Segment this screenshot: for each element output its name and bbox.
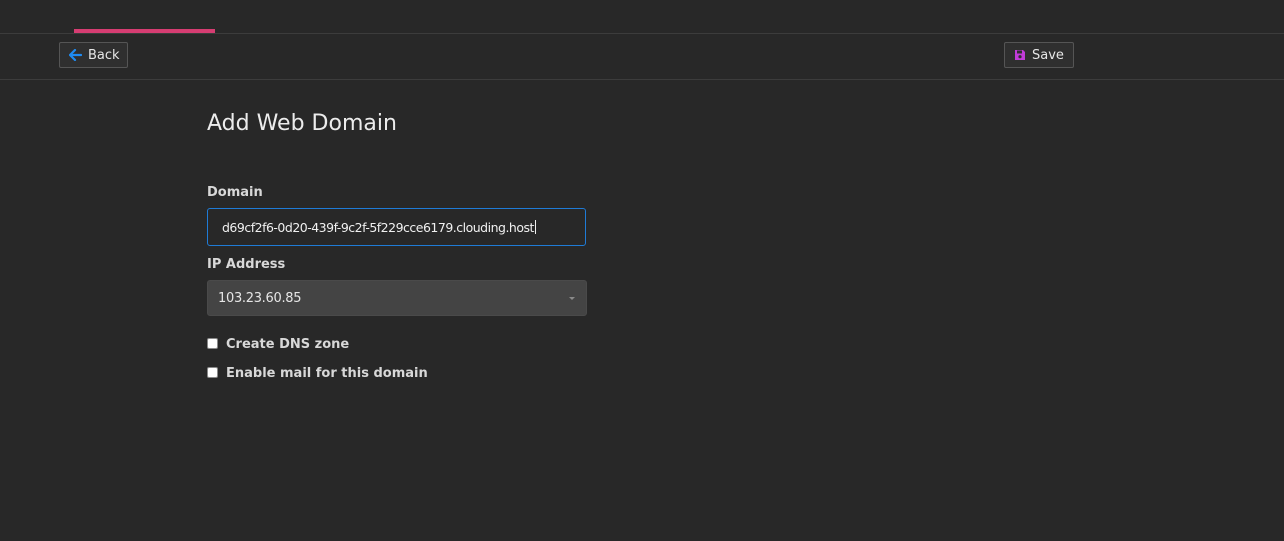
create-dns-zone-checkbox[interactable]	[207, 338, 218, 349]
text-caret	[534, 220, 536, 234]
active-tab-indicator	[74, 29, 215, 33]
enable-mail-checkbox[interactable]	[207, 367, 218, 378]
save-button-label: Save	[1032, 47, 1064, 63]
toolbar: Back Save	[0, 34, 1284, 80]
domain-label: Domain	[207, 185, 263, 200]
domain-input[interactable]: d69cf2f6-0d20-439f-9c2f-5f229cce6179.clo…	[207, 208, 586, 246]
enable-mail-label[interactable]: Enable mail for this domain	[226, 366, 428, 381]
chevron-down-icon	[569, 296, 575, 300]
top-navigation-bar	[0, 0, 1284, 34]
page-title: Add Web Domain	[207, 111, 397, 136]
create-dns-zone-label[interactable]: Create DNS zone	[226, 337, 349, 352]
ip-address-select[interactable]: 103.23.60.85	[207, 280, 587, 316]
back-button-label: Back	[88, 47, 120, 63]
enable-mail-option: Enable mail for this domain	[207, 366, 428, 381]
floppy-disk-icon	[1014, 49, 1026, 61]
save-button[interactable]: Save	[1004, 42, 1074, 68]
ip-address-label: IP Address	[207, 257, 286, 272]
ip-address-selected-value: 103.23.60.85	[218, 290, 302, 306]
create-dns-zone-option: Create DNS zone	[207, 337, 349, 352]
back-button[interactable]: Back	[59, 42, 128, 68]
arrow-left-icon	[69, 49, 82, 61]
domain-input-value: d69cf2f6-0d20-439f-9c2f-5f229cce6179.clo…	[222, 219, 534, 235]
